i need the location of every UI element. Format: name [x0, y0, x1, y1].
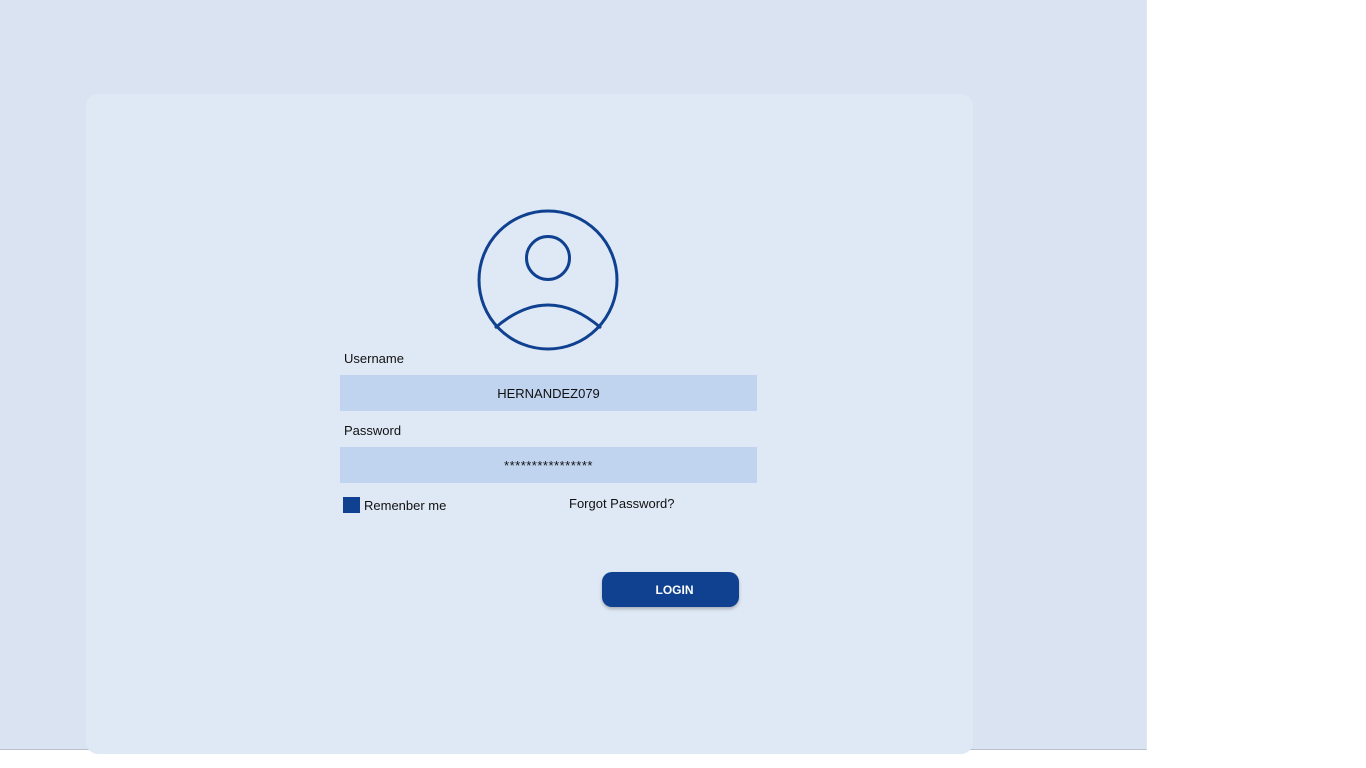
user-avatar-icon	[477, 209, 619, 351]
remember-me-checkbox-row[interactable]: Remenber me	[343, 497, 446, 513]
password-label: Password	[344, 423, 402, 438]
remember-me-checkbox[interactable]	[343, 497, 360, 513]
login-button[interactable]: LOGIN	[602, 572, 739, 607]
login-card	[86, 94, 973, 754]
username-label: Username	[344, 351, 404, 366]
forgot-password-link[interactable]: Forgot Password?	[569, 496, 675, 511]
password-input[interactable]	[340, 447, 757, 483]
username-input[interactable]	[340, 375, 757, 411]
page-background: Username Password Remenber me Forgot Pas…	[0, 0, 1147, 754]
remember-me-label: Remenber me	[364, 498, 447, 513]
